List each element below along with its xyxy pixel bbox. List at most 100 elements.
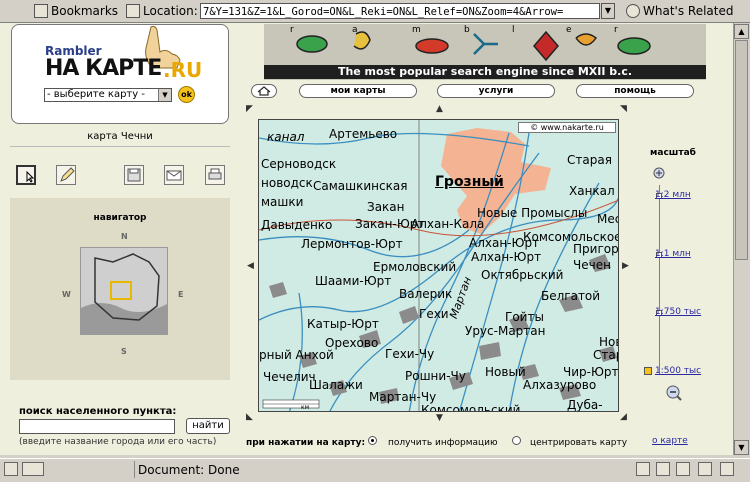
- pan-west-arrow[interactable]: ◀: [247, 261, 254, 271]
- mail-icon[interactable]: [656, 462, 670, 476]
- draw-tool-button[interactable]: [56, 165, 76, 185]
- printer-icon: [208, 168, 222, 180]
- compass-west: W: [62, 290, 71, 299]
- pan-east-arrow[interactable]: ▶: [622, 261, 629, 271]
- banner-letter-l: l: [512, 25, 515, 35]
- banner-letter-b: b: [464, 25, 470, 35]
- select-tool-button[interactable]: [16, 165, 36, 185]
- scale-track: [659, 185, 660, 375]
- search-button[interactable]: найти: [186, 418, 230, 434]
- map-label: Гойты: [505, 310, 544, 324]
- zoom-out-icon[interactable]: [663, 383, 683, 403]
- radio-get-info[interactable]: [368, 436, 377, 445]
- banner-tagline: The most popular search engine since MXI…: [264, 65, 706, 79]
- brand-ru: .RU: [163, 58, 203, 82]
- ok-button[interactable]: ok: [178, 86, 195, 103]
- banner-letter-m: m: [412, 25, 421, 35]
- map-label: Лермонтов-Юрт: [301, 237, 403, 251]
- map-copyright: © www.nakarte.ru: [518, 122, 616, 133]
- map-select[interactable]: - выберите карту - ▼: [44, 88, 172, 102]
- envelope-icon: [166, 170, 182, 181]
- home-button[interactable]: [251, 84, 277, 98]
- map-select-value: - выберите карту -: [47, 89, 145, 100]
- map-label: Чечен: [573, 258, 611, 272]
- pan-northwest-arrow[interactable]: ◤: [246, 104, 253, 114]
- map-label: Шалажи: [309, 378, 363, 392]
- bookmarks-label: Bookmarks: [51, 4, 119, 18]
- map-label: Закан: [367, 200, 405, 214]
- map-label: Алхазурово: [523, 378, 597, 392]
- search-input[interactable]: [19, 419, 175, 434]
- services-button[interactable]: услуги: [437, 84, 555, 98]
- lock-icon[interactable]: [4, 462, 18, 476]
- banner-letter-r2: r: [614, 25, 618, 35]
- map-label: Самашкинская: [313, 179, 408, 193]
- save-button[interactable]: [124, 165, 144, 185]
- pan-southeast-arrow[interactable]: ◢: [620, 412, 627, 422]
- navigator-icon[interactable]: [636, 462, 650, 476]
- map-label: Старая: [567, 153, 612, 167]
- map-label: Белгатой: [541, 289, 601, 303]
- scale-current-marker: [644, 367, 652, 375]
- map-label: Гехи-Чу: [385, 347, 435, 361]
- pan-southwest-arrow[interactable]: ◣: [246, 412, 253, 422]
- status-divider: [134, 461, 135, 478]
- scroll-down-arrow[interactable]: ▼: [734, 440, 749, 455]
- map-label-grozny[interactable]: Грозный: [435, 174, 504, 190]
- map-label: Артемьево: [329, 127, 398, 141]
- email-button[interactable]: [164, 165, 184, 185]
- location-icon: [126, 4, 140, 18]
- map-canvas[interactable]: канал Артемьево Серноводск новодск Самаш…: [258, 119, 619, 412]
- map-label: Валерик: [399, 287, 453, 301]
- whats-related-label: What's Related: [643, 4, 734, 18]
- location-dropdown-button[interactable]: ▼: [601, 3, 615, 19]
- scale-level-link[interactable]: 1:1 млн: [655, 249, 691, 259]
- location-input[interactable]: 7&Y=131&Z=1&L_Gorod=ON&L_Reki=ON&L_Relef…: [200, 3, 600, 19]
- composer-icon[interactable]: [698, 462, 712, 476]
- map-label: Шаами-Юрт: [315, 274, 392, 288]
- pan-south-arrow[interactable]: ▼: [436, 413, 443, 423]
- scalebar-unit: км: [301, 404, 310, 411]
- scale-level-link[interactable]: 1:750 тыс: [655, 307, 701, 317]
- whats-related-button[interactable]: What's Related: [626, 3, 733, 19]
- banner-letter-e: e: [566, 25, 572, 35]
- navigator-minimap[interactable]: [80, 247, 168, 335]
- location-label-group: Location:: [126, 3, 198, 19]
- bookmarks-button[interactable]: Bookmarks: [34, 3, 118, 19]
- map-label: Алхан-Юрт: [469, 236, 540, 250]
- scale-level-link[interactable]: 1:500 тыс: [655, 366, 701, 376]
- zoom-in-icon[interactable]: [651, 165, 667, 181]
- map-label: Чир-Юрт: [563, 365, 619, 379]
- scroll-up-arrow[interactable]: ▲: [734, 24, 749, 39]
- help-button[interactable]: помощь: [576, 84, 694, 98]
- address-book-icon[interactable]: [676, 462, 690, 476]
- pencil-icon: [60, 167, 75, 182]
- map-label: Новый: [485, 365, 526, 379]
- bookmarks-icon: [34, 4, 48, 18]
- print-button[interactable]: [205, 165, 225, 185]
- scale-title: масштаб: [650, 148, 696, 158]
- radio-center-map[interactable]: [512, 436, 521, 445]
- map-label: Алхан-Юрт: [471, 250, 542, 264]
- banner-petroglyphs: [296, 30, 651, 62]
- banner-letter-a: a: [352, 25, 358, 35]
- cursor-icon: [26, 170, 35, 183]
- search-hint: (введите название города или его часть): [19, 437, 217, 447]
- map-label: Серноводск: [261, 157, 337, 171]
- connection-icon: [22, 462, 44, 476]
- pan-northeast-arrow[interactable]: ◥: [620, 104, 627, 114]
- map-label: Гехи: [419, 307, 449, 321]
- map-label: Катыр-Юрт: [307, 317, 379, 331]
- about-map-link[interactable]: о карте: [652, 436, 688, 446]
- my-maps-button[interactable]: мои карты: [299, 84, 417, 98]
- compass-north: N: [121, 232, 128, 241]
- scrollbar-thumb[interactable]: [735, 40, 748, 260]
- chevron-down-icon: ▼: [158, 89, 171, 101]
- pan-north-arrow[interactable]: ▲: [436, 104, 443, 114]
- map-label: Пригор: [573, 242, 619, 256]
- home-icon: [257, 86, 271, 96]
- chat-icon[interactable]: [720, 462, 734, 476]
- radio-get-info-label: получить информацию: [388, 438, 498, 448]
- map-label: машки: [261, 195, 304, 209]
- scale-level-link[interactable]: 1:2 млн: [655, 190, 691, 200]
